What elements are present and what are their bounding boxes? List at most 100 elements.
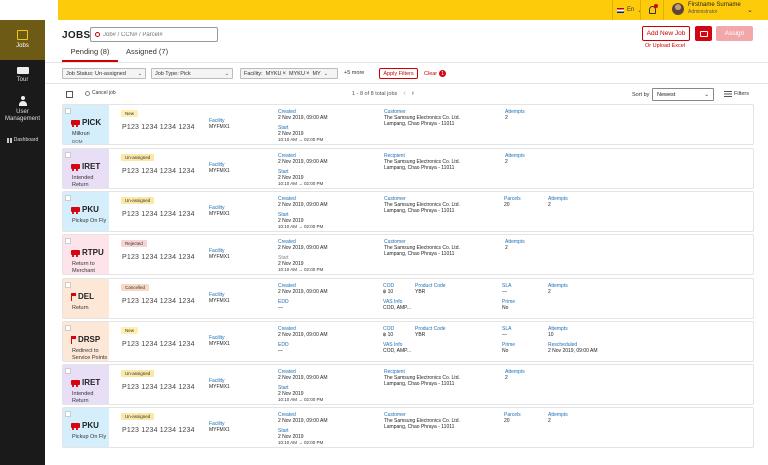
facility-chip[interactable]: MY (312, 71, 320, 77)
job-id[interactable]: P123 1234 1234 1234 (122, 298, 195, 305)
facility-chip[interactable]: MYKU × (289, 71, 309, 77)
product-code-field: Product Code YBR (415, 326, 446, 338)
more-filters-link[interactable]: +5 more (344, 70, 364, 76)
tab-pending[interactable]: Pending (8) (62, 45, 118, 62)
job-subtype-line: Milkrun (72, 131, 90, 137)
assign-button[interactable]: Assign (716, 26, 753, 41)
field-value: 20 (504, 202, 510, 208)
language-label: En (627, 7, 635, 13)
facility-select[interactable]: Facility: MYKU × MYKU × MY ⌄ (240, 68, 338, 79)
job-id[interactable]: P123 1234 1234 1234 (122, 168, 195, 175)
job-card[interactable]: DEL Return Cancelled P123 1234 1234 1234 Fac… (62, 278, 754, 319)
parcels-field: Parcels 20 (504, 412, 521, 424)
chevron-right-icon[interactable]: › (412, 90, 414, 97)
select-all-checkbox[interactable] (66, 91, 73, 98)
cancel-job-button[interactable]: Cancel job (85, 90, 116, 96)
uk-flag-icon (617, 7, 624, 13)
sidebar-item-tour[interactable]: Tour (0, 60, 45, 90)
job-id[interactable]: P123 1234 1234 1234 (122, 211, 195, 218)
field-value: MYFMX1 (209, 254, 230, 260)
facility-filter-label: Facility: (244, 70, 263, 77)
status-badge: Un-assigned (121, 197, 155, 204)
created-field: Created 2 Nov 2019, 09:00 AM (278, 412, 327, 424)
job-checkbox[interactable] (65, 195, 71, 201)
start-field: Start 2 Nov 2019 10:10 AM → 02:00 PM (278, 212, 323, 230)
job-type-select[interactable]: Job Type: Pick ⌄ (151, 68, 233, 79)
search-box[interactable] (90, 27, 218, 42)
user-menu[interactable]: Firstname Surname Administrator (672, 2, 741, 15)
divider (45, 62, 768, 63)
created-field: Created 2 Nov 2019, 09:00 AM (278, 153, 327, 165)
sla-field: SLA — (502, 283, 511, 295)
job-card[interactable]: PICK Milkrun DOM New P123 1234 1234 1234 Faci… (62, 104, 754, 145)
field-value: 2 (505, 245, 508, 251)
search-input[interactable] (103, 31, 213, 38)
job-subtype: Return (72, 305, 89, 312)
upload-excel-link[interactable]: Or Upload Excel (645, 43, 685, 49)
status-badge: Cancelled (121, 284, 150, 291)
job-id[interactable]: P123 1234 1234 1234 (122, 384, 195, 391)
job-checkbox[interactable] (65, 411, 71, 417)
cod-field: COD ฿ 10 (383, 283, 394, 295)
language-selector[interactable]: En ⌄ (612, 0, 642, 20)
add-new-job-button[interactable]: Add New Job (642, 26, 690, 41)
facility-field: Facility MYFMX1 (209, 118, 230, 130)
job-status-select[interactable]: Job Status: Un-assigned ⌄ (62, 68, 146, 79)
sort-by-label: Sort by (632, 92, 650, 98)
job-card[interactable]: PKU Pickup On Fly Un-assigned P123 1234 123… (62, 191, 754, 232)
time-window: 10:10 AM → 02:00 PM (278, 181, 324, 186)
truck-icon (71, 380, 80, 387)
status-badge: Un-assigned (121, 370, 155, 377)
job-id[interactable]: P123 1234 1234 1234 (122, 427, 195, 434)
box-icon (17, 30, 28, 40)
job-subtype-line: Merchant (72, 268, 95, 274)
job-checkbox[interactable] (65, 152, 71, 158)
attempts-field: Attempts 2 (505, 109, 525, 121)
field-value: ฿ 10 (383, 289, 394, 295)
sidebar-item-dashboard[interactable]: Dashboard (0, 128, 45, 152)
job-id[interactable]: P123 1234 1234 1234 (122, 341, 195, 348)
job-card[interactable]: IRET Intended Return Un-assigned P123 1234 1… (62, 148, 754, 189)
chevron-left-icon[interactable]: ‹ (403, 90, 405, 97)
close-icon[interactable]: × (283, 71, 287, 77)
field-value: MYFMX1 (209, 427, 230, 433)
sidebar: Jobs Tour User Management Dashboard (0, 20, 45, 465)
sidebar-item-jobs[interactable]: Jobs (0, 20, 45, 60)
notification-dot (654, 4, 658, 8)
filters-button[interactable]: Filters (724, 91, 749, 97)
notifications-button[interactable] (640, 0, 664, 20)
attempts-field: Attempts 2 (548, 412, 568, 424)
field-value: MYFMX1 (209, 384, 230, 390)
close-icon[interactable]: × (306, 71, 310, 77)
sidebar-item-user-management[interactable]: User Management (0, 90, 45, 128)
job-checkbox[interactable] (65, 282, 71, 288)
job-card[interactable]: RTPU Return to Merchant Rejected P123 1234 1… (62, 234, 754, 275)
field-value: COD, AMP... (383, 305, 411, 311)
created-field: Created 2 Nov 2019, 09:00 AM (278, 196, 327, 208)
job-checkbox[interactable] (65, 238, 71, 244)
user-chevron-down-icon[interactable]: ⌄ (747, 6, 753, 14)
logo[interactable] (0, 0, 58, 20)
job-card[interactable]: DRSP Redirect to Service Points New P123 123… (62, 321, 754, 362)
created-field: Created 2 Nov 2019, 09:00 AM (278, 239, 327, 251)
sort-select[interactable]: Newest ⌄ (652, 88, 714, 101)
job-id[interactable]: P123 1234 1234 1234 (122, 254, 195, 261)
job-card[interactable]: IRET Intended Return Un-assigned P123 1234 1… (62, 364, 754, 405)
tabs: Pending (8) Assigned (7) (62, 45, 174, 62)
job-id[interactable]: P123 1234 1234 1234 (122, 124, 195, 131)
scan-button[interactable] (695, 26, 712, 41)
job-checkbox[interactable] (65, 368, 71, 374)
truck-icon (71, 164, 80, 171)
party-field: Customer The Samsung Electronics Co. Ltd.… (384, 196, 460, 214)
field-value: 2 Nov 2019, 09:00 AM (278, 332, 328, 338)
job-checkbox[interactable] (65, 108, 71, 114)
facility-chip[interactable]: MYKU × (266, 71, 286, 77)
attempts-field: Attempts 2 (505, 369, 525, 381)
tab-assigned[interactable]: Assigned (7) (120, 45, 174, 62)
clear-filters-link[interactable]: Clear 1 (424, 70, 447, 77)
job-card[interactable]: PKU Pickup On Fly Un-assigned P123 1234 123… (62, 407, 754, 448)
apply-filters-button[interactable]: Apply Filters (379, 68, 418, 79)
field-value: 2 Nov 2019, 09:00 AM (278, 245, 328, 251)
job-checkbox[interactable] (65, 325, 71, 331)
job-type: DEL (71, 292, 94, 301)
